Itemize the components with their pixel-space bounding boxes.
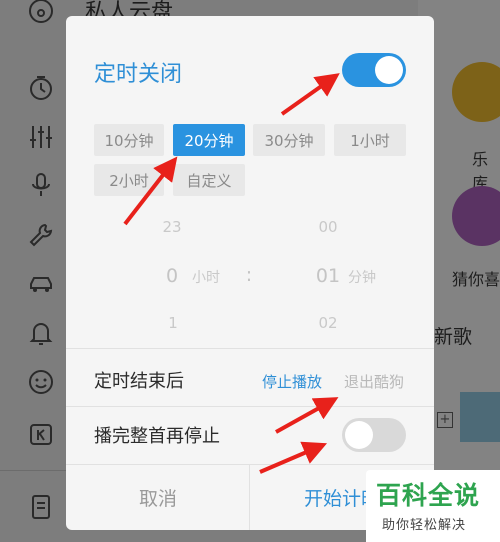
mic-icon[interactable] (26, 170, 56, 200)
preset-custom[interactable]: 自定义 (173, 164, 245, 196)
dialog-title: 定时关闭 (94, 62, 183, 87)
picker-colon: : (245, 264, 253, 286)
finish-song-toggle[interactable] (342, 418, 406, 452)
bell-icon[interactable] (26, 318, 56, 348)
hours-unit: 小时 (192, 270, 220, 286)
timer-dialog: 定时关闭 10分钟 20分钟 30分钟 1小时 2小时 自定义 23 0 小时 … (66, 16, 434, 530)
watermark-title: 百科全说 (376, 481, 481, 510)
preset-1hour[interactable]: 1小时 (334, 124, 406, 156)
preset-20min[interactable]: 20分钟 (173, 124, 245, 156)
preset-30min[interactable]: 30分钟 (253, 124, 325, 156)
right-label-guess: 猜你喜 (452, 270, 500, 289)
preset-10min[interactable]: 10分钟 (94, 124, 164, 156)
right-section-title: 新歌 (434, 326, 473, 348)
k-icon[interactable] (26, 418, 56, 448)
document-icon[interactable] (26, 492, 56, 522)
exit-app-option[interactable]: 退出酷狗 (344, 371, 404, 392)
minutes-unit: 分钟 (348, 270, 376, 286)
finish-song-label: 播完整首再停止 (94, 426, 220, 447)
toggle-knob (345, 421, 373, 449)
watermark: 百科全说 助你轻松解决 (366, 470, 500, 542)
smile-icon[interactable] (26, 367, 56, 397)
hours-next[interactable]: 1 (168, 314, 178, 332)
minutes-prev[interactable]: 00 (316, 218, 340, 236)
plus-icon[interactable]: + (437, 412, 453, 428)
watermark-subtitle: 助你轻松解决 (382, 518, 467, 533)
preset-2hour[interactable]: 2小时 (94, 164, 164, 196)
hours-current[interactable]: 0 (162, 265, 182, 287)
car-icon[interactable] (26, 269, 56, 299)
separator (66, 406, 434, 407)
separator (66, 348, 434, 349)
cancel-button[interactable]: 取消 (66, 464, 250, 530)
disc-icon[interactable] (26, 0, 56, 26)
song-thumbnail[interactable] (460, 392, 500, 442)
minutes-current[interactable]: 01 (315, 265, 341, 287)
hours-prev[interactable]: 23 (160, 218, 184, 236)
stop-playback-option[interactable]: 停止播放 (262, 371, 322, 392)
toggle-knob (375, 56, 403, 84)
after-timer-label: 定时结束后 (94, 371, 184, 392)
minutes-next[interactable]: 02 (316, 314, 340, 332)
equalizer-icon[interactable] (26, 122, 56, 152)
timer-icon[interactable] (26, 73, 56, 103)
timer-toggle[interactable] (342, 53, 406, 87)
wrench-icon[interactable] (26, 220, 56, 250)
